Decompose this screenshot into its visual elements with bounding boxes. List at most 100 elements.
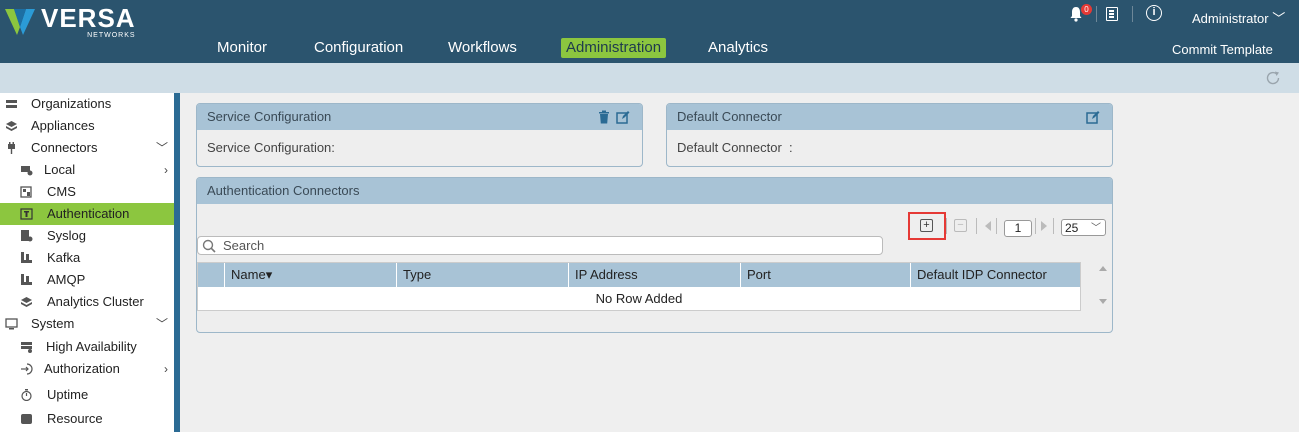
- nav-workflows[interactable]: Workflows: [443, 38, 522, 58]
- cms-icon: [20, 186, 32, 198]
- sidebar-item-label: AMQP: [47, 272, 86, 287]
- sidebar-item-label: Uptime: [47, 387, 89, 402]
- sidebar-item-syslog[interactable]: Syslog: [0, 225, 174, 247]
- sidebar-item-amqp[interactable]: AMQP: [0, 269, 174, 291]
- user-menu[interactable]: Administrator ﹀: [1192, 8, 1285, 27]
- trash-icon[interactable]: [598, 110, 610, 124]
- toolbar-divider: [1053, 218, 1054, 234]
- remove-row-button[interactable]: −: [954, 219, 967, 232]
- sidebar-item-label: Local: [44, 162, 76, 177]
- sidebar-item-authorization[interactable]: Authorization ›: [0, 358, 174, 380]
- task-list-icon[interactable]: [1106, 7, 1118, 21]
- sidebar-item-label: Resource: [47, 411, 103, 426]
- sidebar-item-label: Authorization: [44, 361, 120, 376]
- search-icon: [202, 239, 216, 253]
- kafka-icon: [21, 252, 32, 263]
- chevron-right-icon[interactable]: ›: [164, 159, 168, 181]
- sidebar-item-local[interactable]: Local ›: [0, 159, 174, 181]
- refresh-icon[interactable]: [1264, 69, 1282, 87]
- sidebar-item-cms[interactable]: CMS: [0, 181, 174, 203]
- sidebar-item-analytics-cluster[interactable]: Analytics Cluster: [0, 291, 174, 313]
- chevron-down-icon[interactable]: ﹀: [156, 137, 168, 159]
- empty-table-message: No Row Added: [595, 291, 683, 306]
- previous-page-icon[interactable]: [985, 221, 991, 231]
- appliances-icon: [6, 121, 17, 131]
- system-icon: [5, 318, 18, 330]
- syslog-icon: [21, 230, 33, 242]
- page-number-input[interactable]: 1: [1004, 220, 1032, 237]
- sidebar-item-authentication[interactable]: Authentication: [0, 203, 174, 225]
- select-column-header[interactable]: [198, 263, 224, 287]
- local-icon: [21, 166, 33, 176]
- toolbar-divider: [996, 218, 997, 234]
- user-name: Administrator: [1192, 11, 1269, 26]
- column-header-default-idp-connector[interactable]: Default IDP Connector: [910, 263, 1080, 287]
- sort-desc-icon: ▾: [265, 267, 273, 282]
- search-box[interactable]: [197, 236, 883, 255]
- column-header-name[interactable]: Name▾: [224, 263, 396, 287]
- sidebar-item-label: Kafka: [47, 250, 81, 265]
- sidebar: Organizations Appliances Connectors ﹀ Lo…: [0, 93, 174, 432]
- sidebar-scrollbar[interactable]: [174, 93, 180, 432]
- sidebar-item-resource[interactable]: Resource: [0, 408, 174, 430]
- column-header-port[interactable]: Port: [740, 263, 910, 287]
- sidebar-item-label: CMS: [47, 184, 76, 199]
- sidebar-item-label: Connectors: [31, 140, 98, 155]
- panel-title: Default Connector: [677, 109, 782, 124]
- scroll-up-icon[interactable]: [1099, 266, 1107, 271]
- header-divider: [1132, 6, 1133, 22]
- panel-title: Service Configuration: [207, 109, 332, 124]
- table-header: Name▾ Type IP Address Port Default IDP C…: [198, 263, 1080, 287]
- versa-logo[interactable]: VERSA NETWORKS: [5, 5, 136, 39]
- connectors-table: Name▾ Type IP Address Port Default IDP C…: [197, 262, 1081, 311]
- sidebar-item-organizations[interactable]: Organizations: [0, 93, 174, 115]
- sidebar-item-label: Syslog: [47, 228, 87, 243]
- high-availability-icon: [21, 342, 32, 353]
- info-icon[interactable]: i: [1146, 5, 1162, 21]
- chevron-down-icon[interactable]: ﹀: [156, 313, 168, 335]
- sidebar-item-high-availability[interactable]: High Availability: [0, 336, 174, 358]
- sidebar-item-label: High Availability: [46, 339, 137, 354]
- toolbar-divider: [976, 218, 977, 234]
- nav-monitor[interactable]: Monitor: [212, 38, 272, 58]
- sidebar-item-label: Authentication: [47, 206, 130, 221]
- analytics-cluster-icon: [21, 297, 32, 307]
- edit-icon[interactable]: [616, 110, 630, 124]
- sidebar-item-appliances[interactable]: Appliances: [0, 115, 174, 137]
- nav-administration[interactable]: Administration: [561, 38, 667, 58]
- uptime-icon: [21, 389, 32, 401]
- sidebar-item-label: System: [31, 316, 75, 331]
- authorization-icon: [21, 363, 33, 375]
- nav-configuration[interactable]: Configuration: [309, 38, 408, 58]
- amqp-icon: [21, 274, 32, 285]
- sidebar-item-system[interactable]: System ﹀: [0, 313, 174, 335]
- column-header-type[interactable]: Type: [396, 263, 568, 287]
- sidebar-item-label: Organizations: [31, 96, 112, 111]
- toolbar-divider: [946, 218, 947, 234]
- notification-count-badge: 0: [1081, 4, 1092, 15]
- connectors-icon: [8, 142, 15, 154]
- edit-icon[interactable]: [1086, 110, 1100, 124]
- add-row-button[interactable]: +: [920, 219, 933, 232]
- scroll-down-icon[interactable]: [1099, 299, 1107, 304]
- service-configuration-field: Service Configuration:: [207, 140, 335, 155]
- sidebar-item-kafka[interactable]: Kafka: [0, 247, 174, 269]
- nav-analytics[interactable]: Analytics: [703, 38, 773, 58]
- next-page-icon[interactable]: [1041, 221, 1047, 231]
- chevron-right-icon[interactable]: ›: [164, 358, 168, 380]
- column-header-ip-address[interactable]: IP Address: [568, 263, 740, 287]
- panel-header: Service Configuration: [197, 104, 642, 130]
- page-size-select[interactable]: 25 ﹀: [1061, 219, 1106, 236]
- chevron-down-icon: ﹀: [1272, 11, 1286, 26]
- brand-name: VERSA: [41, 3, 136, 33]
- sub-toolbar: [0, 63, 1299, 93]
- chevron-down-icon: ﹀: [1091, 223, 1101, 234]
- default-connector-panel: Default Connector Default Connector :: [666, 103, 1113, 167]
- column-label: Name: [231, 267, 266, 282]
- sidebar-item-connectors[interactable]: Connectors ﹀: [0, 137, 174, 159]
- sidebar-item-uptime[interactable]: Uptime: [0, 384, 174, 406]
- commit-template-button[interactable]: Commit Template: [1172, 42, 1273, 57]
- search-input[interactable]: [223, 237, 863, 254]
- versa-logo-mark-icon: [5, 9, 35, 35]
- sidebar-item-label: Analytics Cluster: [47, 294, 144, 309]
